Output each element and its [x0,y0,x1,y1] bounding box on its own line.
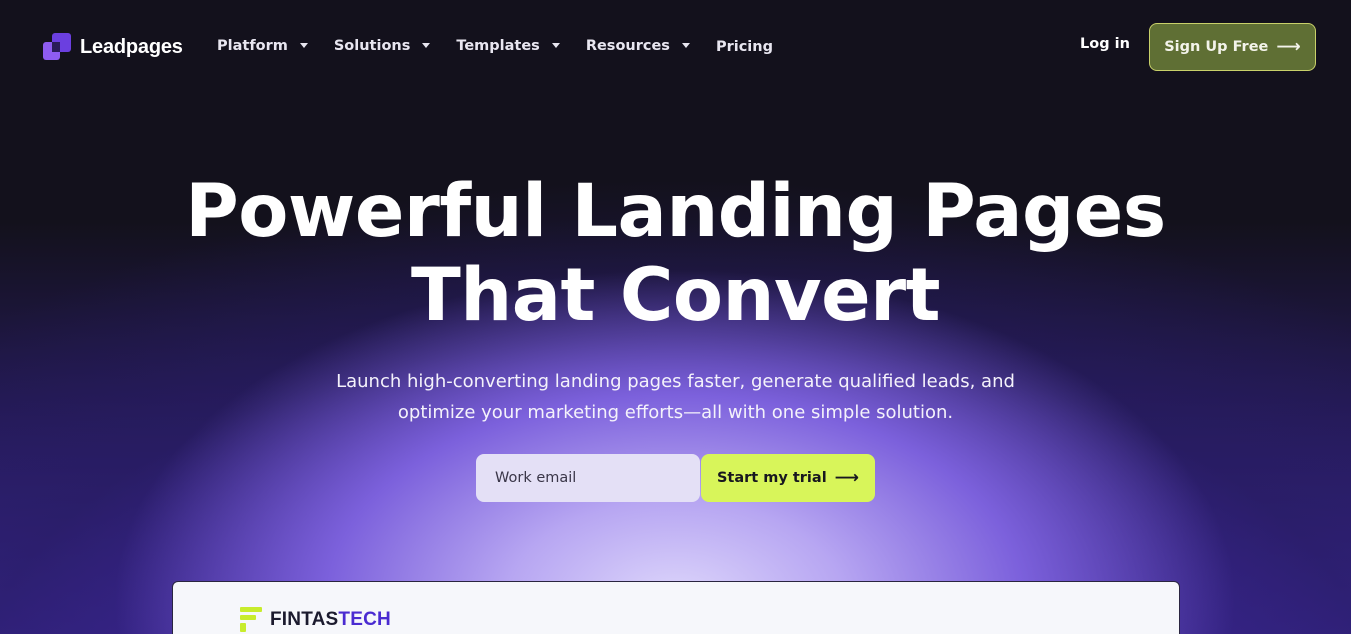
brand-text-part-2: TECH [338,609,391,630]
fintastech-logo: FINTASTECH [240,607,391,633]
hero-title: Powerful Landing Pages That Convert [0,170,1351,338]
chevron-down-icon [681,43,690,48]
start-trial-button-label: Start my trial [716,470,827,486]
top-navigation: Leadpages Platform Solutions Templates R… [0,0,1351,94]
nav-item-resources[interactable]: Resources [586,38,690,54]
signup-button-label: Sign Up Free [1164,39,1269,55]
nav-item-templates[interactable]: Templates [456,37,560,54]
signup-button[interactable]: Sign Up Free ⟶ [1149,23,1316,71]
chevron-down-icon [299,43,308,48]
work-email-input[interactable] [476,454,700,502]
template-preview-card: FINTASTECH [172,581,1180,634]
leadpages-logo-icon [43,33,71,61]
hero-subtitle-line-1: Launch high-converting landing pages fas… [336,371,1015,392]
hero-title-line-1: Powerful Landing Pages [185,169,1166,254]
fintastech-brand-text: FINTASTECH [270,609,391,631]
nav-item-pricing[interactable]: Pricing [716,39,773,55]
nav-item-platform[interactable]: Platform [217,38,308,54]
login-link[interactable]: Log in [1080,36,1130,52]
hero-title-line-2: That Convert [410,253,941,338]
arrow-right-icon: ⟶ [1276,36,1301,57]
nav-item-label: Templates [456,37,540,54]
logo-text: Leadpages [80,35,183,58]
leadpages-logo[interactable]: Leadpages [43,33,183,61]
main-menu: Platform Solutions Templates Resources P… [217,36,799,56]
nav-item-label: Pricing [715,39,773,55]
nav-item-label: Resources [585,37,670,54]
brand-text-part-1: FINTAS [270,609,339,630]
arrow-right-icon: ⟶ [834,467,860,488]
fintastech-logo-icon [240,607,262,633]
chevron-down-icon [422,43,431,48]
hero-subtitle: Launch high-converting landing pages fas… [0,366,1351,428]
chevron-down-icon [551,43,560,48]
hero-subtitle-line-2: optimize your marketing efforts—all with… [397,402,954,423]
nav-item-label: Platform [217,37,288,54]
nav-item-label: Solutions [333,37,411,54]
start-trial-button[interactable]: Start my trial ⟶ [701,454,875,502]
nav-item-solutions[interactable]: Solutions [334,38,431,54]
